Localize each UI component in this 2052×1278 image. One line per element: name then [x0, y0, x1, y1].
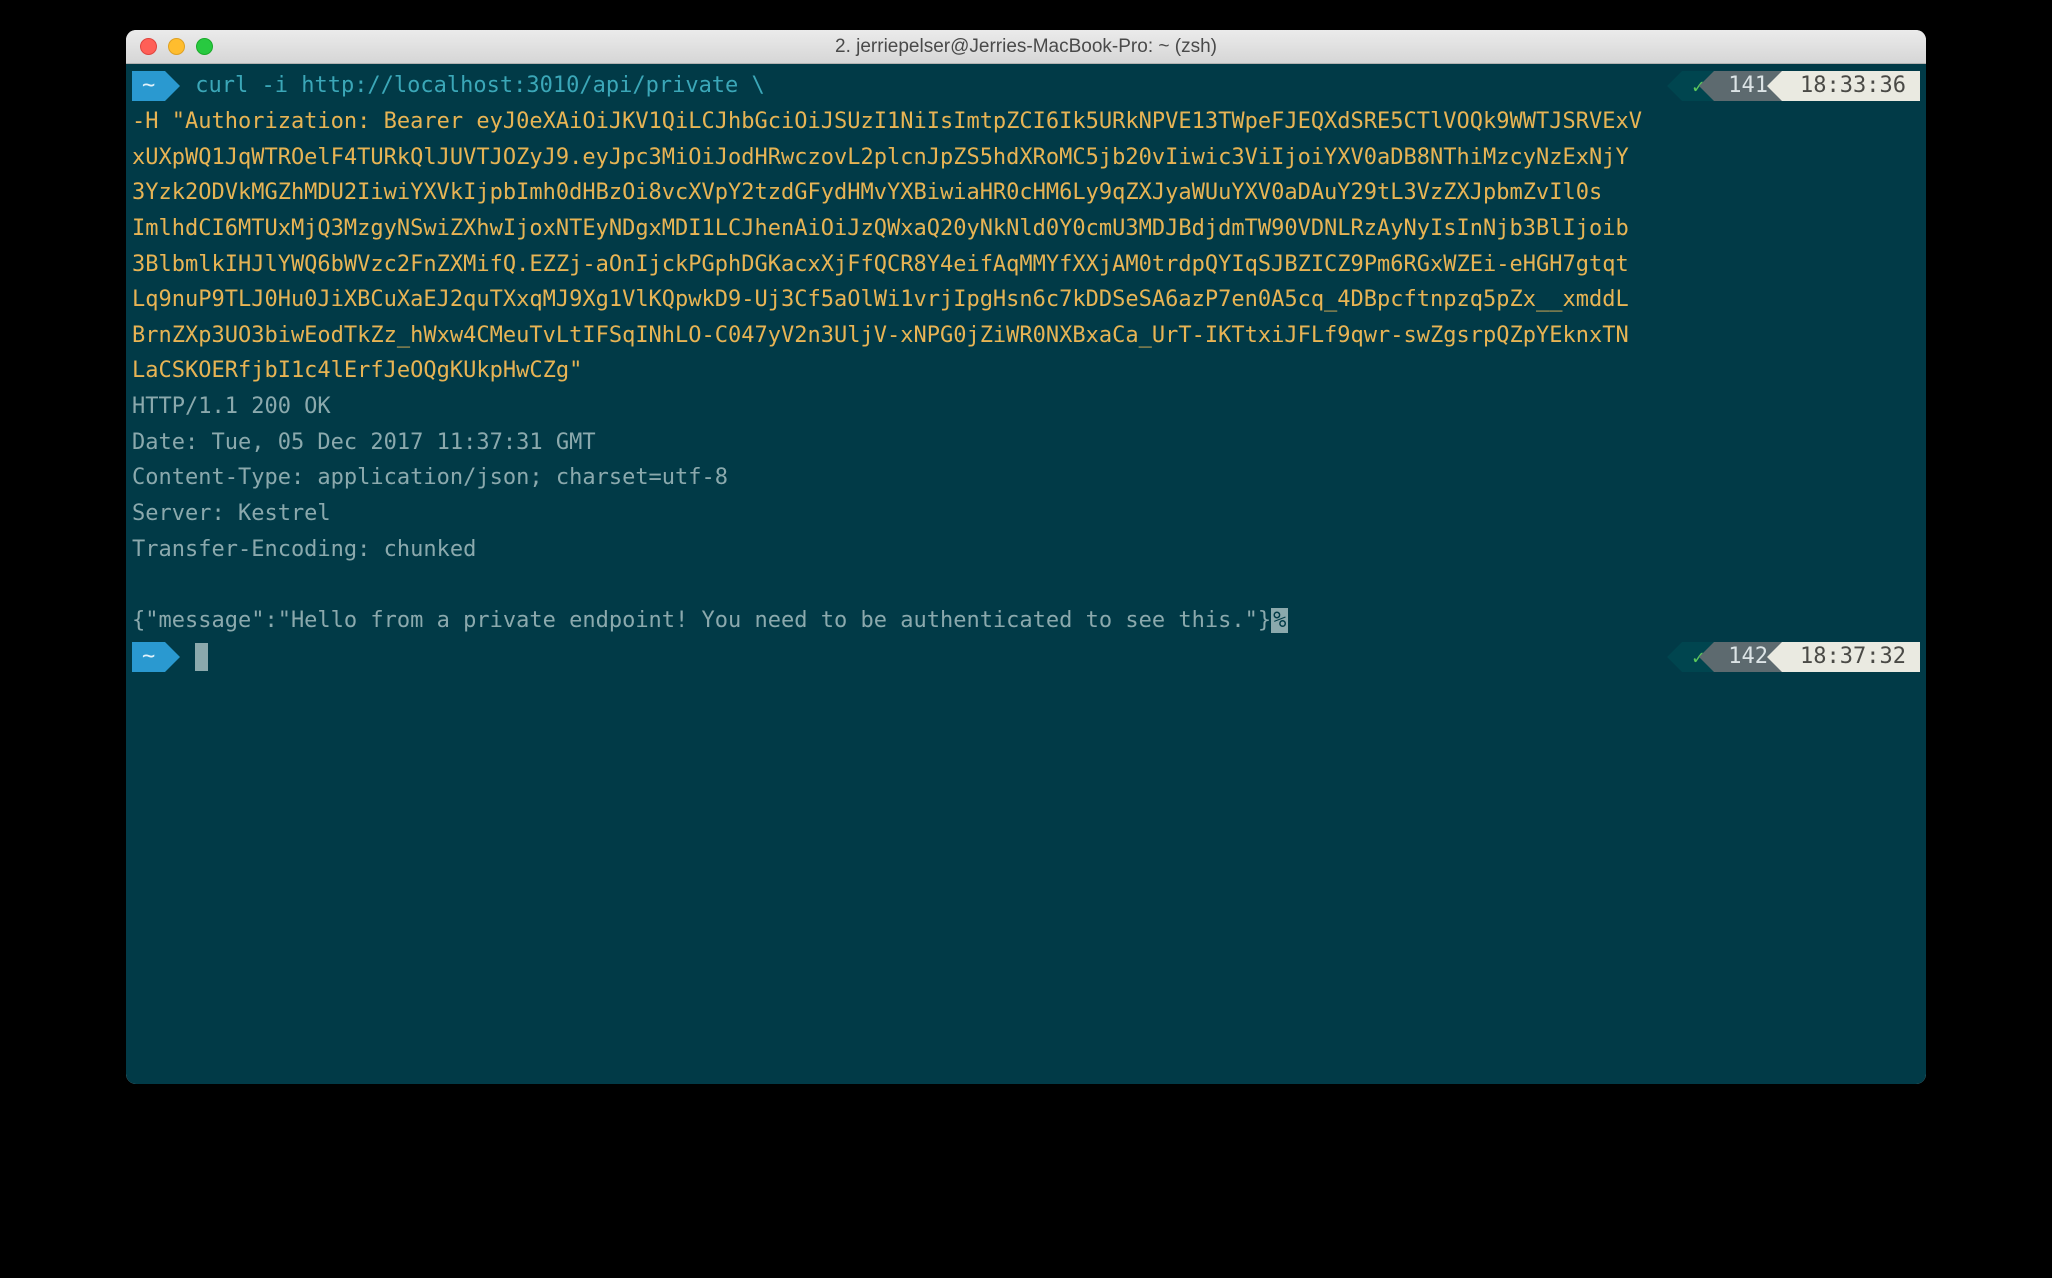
terminal-window: 2. jerriepelser@Jerries-MacBook-Pro: ~ (…: [126, 30, 1926, 1084]
header-line-1: xUXpWQ1JqWTROelF4TURkQlJUVTJOZyJ9.eyJpc3…: [132, 140, 1920, 176]
window-title: 2. jerriepelser@Jerries-MacBook-Pro: ~ (…: [126, 36, 1926, 58]
prompt-left: ~ curl -i http://localhost:3010/api/priv…: [132, 68, 765, 104]
header-line-5: Lq9nuP9TLJ0Hu0JiXBCuXaEJ2quTXxqMJ9Xg1VlK…: [132, 282, 1920, 318]
zoom-button[interactable]: [196, 38, 213, 55]
header-line-4: 3BlbmlkIHJlYWQ6bWVzc2FnZXMifQ.EZZj-aOnIj…: [132, 247, 1920, 283]
response-server: Server: Kestrel: [132, 496, 1920, 532]
prompt-right-2: ✓ 142 18:37:32: [1682, 642, 1920, 672]
timestamp-2: 18:37:32: [1782, 642, 1920, 672]
prompt-line-2: ~ ✓ 142 18:37:32: [132, 639, 1920, 675]
command-text: curl -i http://localhost:3010/api/privat…: [195, 68, 765, 104]
prompt-left-2: ~: [132, 642, 208, 672]
prompt-right: ✓ 141 18:33:36: [1682, 71, 1920, 101]
header-line-2: 3Yzk2ODVkMGZhMDU2IiwiYXVkIjpbImh0dHBzOi8…: [132, 175, 1920, 211]
header-line-7: LaCSKOERfjbI1c4lErfJeOQgKUkpHwCZg": [132, 353, 1920, 389]
percent-indicator: %: [1271, 608, 1288, 633]
home-dir-segment-2: ~: [132, 642, 165, 672]
header-line-0: -H "Authorization: Bearer eyJ0eXAiOiJKV1…: [132, 104, 1920, 140]
close-button[interactable]: [140, 38, 157, 55]
minimize-button[interactable]: [168, 38, 185, 55]
json-body: {"message":"Hello from a private endpoin…: [132, 608, 1271, 633]
header-line-3: ImlhdCI6MTUxMjQ3MzgyNSwiZXhwIjoxNTEyNDgx…: [132, 211, 1920, 247]
timestamp: 18:33:36: [1782, 71, 1920, 101]
response-content-type: Content-Type: application/json; charset=…: [132, 460, 1920, 496]
response-status: HTTP/1.1 200 OK: [132, 389, 1920, 425]
prompt-line-1: ~ curl -i http://localhost:3010/api/priv…: [132, 68, 1920, 104]
traffic-lights: [140, 38, 213, 55]
response-encoding: Transfer-Encoding: chunked: [132, 532, 1920, 568]
response-date: Date: Tue, 05 Dec 2017 11:37:31 GMT: [132, 425, 1920, 461]
cursor: [195, 643, 208, 671]
json-body-line: {"message":"Hello from a private endpoin…: [132, 603, 1920, 639]
title-bar[interactable]: 2. jerriepelser@Jerries-MacBook-Pro: ~ (…: [126, 30, 1926, 64]
blank-line: [132, 567, 1920, 603]
terminal-body[interactable]: ~ curl -i http://localhost:3010/api/priv…: [126, 64, 1926, 1084]
home-dir-segment: ~: [132, 71, 165, 101]
header-line-6: BrnZXp3UO3biwEodTkZz_hWxw4CMeuTvLtIFSqIN…: [132, 318, 1920, 354]
